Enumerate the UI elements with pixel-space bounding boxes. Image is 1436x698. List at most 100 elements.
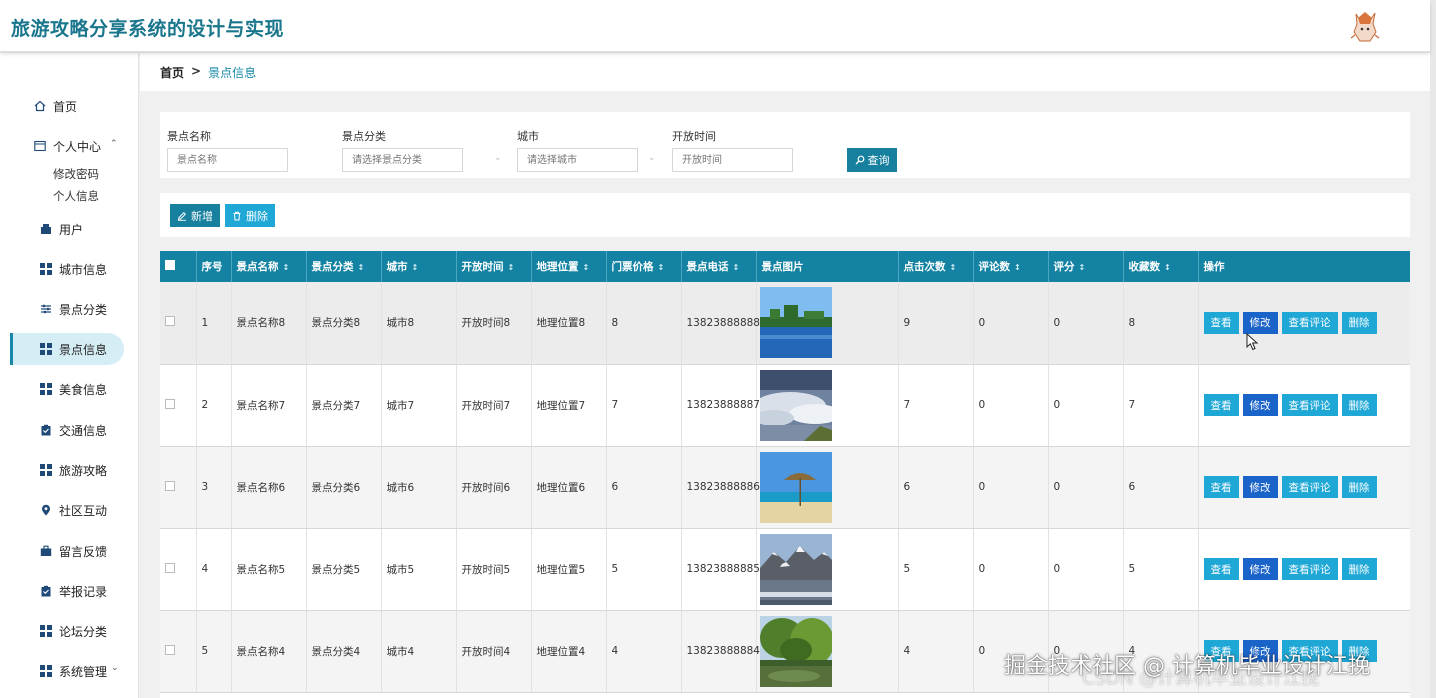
sidebar-subitem-change-password[interactable]: 修改密码 <box>53 166 99 182</box>
sort-icon: ↕ <box>657 263 665 272</box>
column-header: 序号 <box>196 251 232 282</box>
batch-delete-button[interactable]: 删除 <box>225 204 275 227</box>
chevron-up-icon[interactable]: ⌃ <box>110 139 118 149</box>
table-cell: 5 <box>606 528 682 611</box>
sort-icon: ↕ <box>357 263 365 272</box>
operations-cell: 查看 修改 查看评论 删除 <box>1198 528 1410 611</box>
sidebar-item-forum-category[interactable]: 论坛分类 <box>40 615 134 647</box>
table-cell: 13823888888 <box>681 282 760 365</box>
edit-button[interactable]: 修改 <box>1242 476 1278 498</box>
table-header-row: 序号 景点名称 ↕ 景点分类 ↕ 城市 ↕ 开放时间 ↕ 地理位置 ↕ 门票价格 ↕ 景点电… <box>160 251 1410 282</box>
view-reviews-button[interactable]: 查看评论 <box>1281 394 1338 416</box>
edit-button[interactable]: 修改 <box>1242 394 1278 416</box>
window-scrollbar[interactable] <box>1430 0 1436 698</box>
chevron-down-icon[interactable]: ⌄ <box>111 663 119 673</box>
table-cell: 地理位置6 <box>531 446 607 529</box>
row-select-cell <box>160 446 197 529</box>
city-select[interactable] <box>517 148 638 172</box>
table-cell: 7 <box>1123 364 1199 447</box>
edit-icon <box>177 211 187 221</box>
query-button[interactable]: 查询 <box>847 148 897 172</box>
operations-cell: 查看 修改 查看评论 删除 <box>1198 446 1410 529</box>
chevron-down-icon[interactable]: ⌄ <box>648 153 656 163</box>
column-header[interactable]: 点击次数 ↕ <box>898 251 974 282</box>
scenic-image[interactable] <box>759 451 832 523</box>
row-checkbox[interactable] <box>165 398 175 409</box>
sidebar-item-label: 个人中心 <box>53 139 102 154</box>
sort-icon: ↕ <box>1014 263 1021 272</box>
sort-icon: ↕ <box>1078 263 1086 272</box>
sidebar-item-users[interactable]: 用户 <box>40 213 134 245</box>
table-cell: 5 <box>1123 528 1199 611</box>
scenic-image[interactable] <box>759 369 832 441</box>
column-header[interactable]: 门票价格 ↕ <box>606 251 682 282</box>
table-cell: 景点分类5 <box>306 528 382 611</box>
sidebar-item-system-management[interactable]: 系统管理 <box>40 655 134 687</box>
row-checkbox[interactable] <box>165 316 175 327</box>
breadcrumb-current: 景点信息 <box>208 66 257 80</box>
sidebar-item-community[interactable]: 社区互动 <box>40 494 134 526</box>
table-cell: 开放时间5 <box>456 528 532 611</box>
scenic-name-input[interactable] <box>167 148 288 172</box>
table-cell: 0 <box>973 364 1049 447</box>
column-header[interactable]: 开放时间 ↕ <box>456 251 532 282</box>
sidebar-item-scenic-category[interactable]: 景点分类 <box>40 293 134 325</box>
sidebar-subitem-personal-info[interactable]: 个人信息 <box>53 188 99 204</box>
column-header[interactable]: 评论数 ↕ <box>973 251 1049 282</box>
column-header[interactable]: 城市 ↕ <box>381 251 457 282</box>
view-reviews-button[interactable]: 查看评论 <box>1281 476 1338 498</box>
column-header[interactable]: 收藏数 ↕ <box>1123 251 1199 282</box>
edit-button[interactable]: 修改 <box>1242 558 1278 580</box>
table-cell: 5 <box>898 528 974 611</box>
column-header[interactable]: 评分 ↕ <box>1048 251 1124 282</box>
scenic-image[interactable] <box>759 615 832 687</box>
add-button[interactable]: 新增 <box>170 204 220 227</box>
breadcrumb-home[interactable]: 首页 <box>160 64 184 81</box>
sidebar-item-personal-center[interactable]: 个人中心 <box>34 130 134 162</box>
column-header[interactable]: 景点电话 ↕ <box>681 251 757 282</box>
column-header[interactable]: 地理位置 ↕ <box>531 251 607 282</box>
sidebar-item-label: 美食信息 <box>59 382 108 397</box>
sidebar-item-travel-guide[interactable]: 旅游攻略 <box>40 454 134 486</box>
sidebar-item-feedback[interactable]: 留言反馈 <box>40 535 134 567</box>
row-checkbox[interactable] <box>165 644 175 655</box>
view-button[interactable]: 查看 <box>1203 558 1239 580</box>
delete-row-button[interactable]: 删除 <box>1341 558 1377 580</box>
sidebar-item-scenic-info[interactable]: 景点信息 <box>10 333 124 365</box>
table-cell: 开放时间4 <box>456 610 532 693</box>
view-button[interactable]: 查看 <box>1203 476 1239 498</box>
sidebar-item-home[interactable]: 首页 <box>34 90 134 122</box>
edit-button[interactable]: 修改 <box>1242 311 1278 334</box>
view-button[interactable]: 查看 <box>1203 394 1239 416</box>
row-checkbox[interactable] <box>165 562 175 573</box>
column-header: 景点图片 <box>756 251 899 282</box>
scenic-image[interactable] <box>759 287 832 359</box>
table-cell: 4 <box>196 528 232 611</box>
sidebar-item-label: 城市信息 <box>59 262 108 277</box>
sidebar-item-food-info[interactable]: 美食信息 <box>40 373 134 405</box>
delete-row-button[interactable]: 删除 <box>1341 476 1377 498</box>
view-reviews-button[interactable]: 查看评论 <box>1281 311 1338 334</box>
table-cell: 景点名称6 <box>231 446 307 529</box>
mouse-cursor-icon <box>1246 333 1259 351</box>
sidebar-item-report-records[interactable]: 举报记录 <box>40 575 134 607</box>
delete-row-button[interactable]: 删除 <box>1341 311 1377 334</box>
view-reviews-button[interactable]: 查看评论 <box>1281 558 1338 580</box>
table-row: 3 景点名称6 景点分类6 城市6 开放时间6 地理位置6 6 13823888886 6 0 0 6… <box>160 446 1410 529</box>
sidebar-item-transport-info[interactable]: 交通信息 <box>40 414 134 446</box>
column-header[interactable]: 景点名称 ↕ <box>231 251 307 282</box>
briefcase-icon <box>40 545 52 556</box>
row-checkbox[interactable] <box>165 480 175 491</box>
avatar[interactable] <box>1348 8 1382 44</box>
sidebar-item-city-info[interactable]: 城市信息 <box>40 253 134 285</box>
scenic-image[interactable] <box>759 533 832 605</box>
select-all-checkbox[interactable] <box>165 260 175 270</box>
clipboard-icon <box>41 424 51 436</box>
scenic-category-select[interactable] <box>342 148 463 172</box>
column-header[interactable]: 景点分类 ↕ <box>306 251 382 282</box>
chevron-down-icon[interactable]: ⌄ <box>494 153 502 163</box>
open-time-input[interactable] <box>672 148 793 172</box>
table-cell: 2 <box>196 364 232 447</box>
delete-row-button[interactable]: 删除 <box>1341 394 1377 416</box>
view-button[interactable]: 查看 <box>1203 311 1239 334</box>
